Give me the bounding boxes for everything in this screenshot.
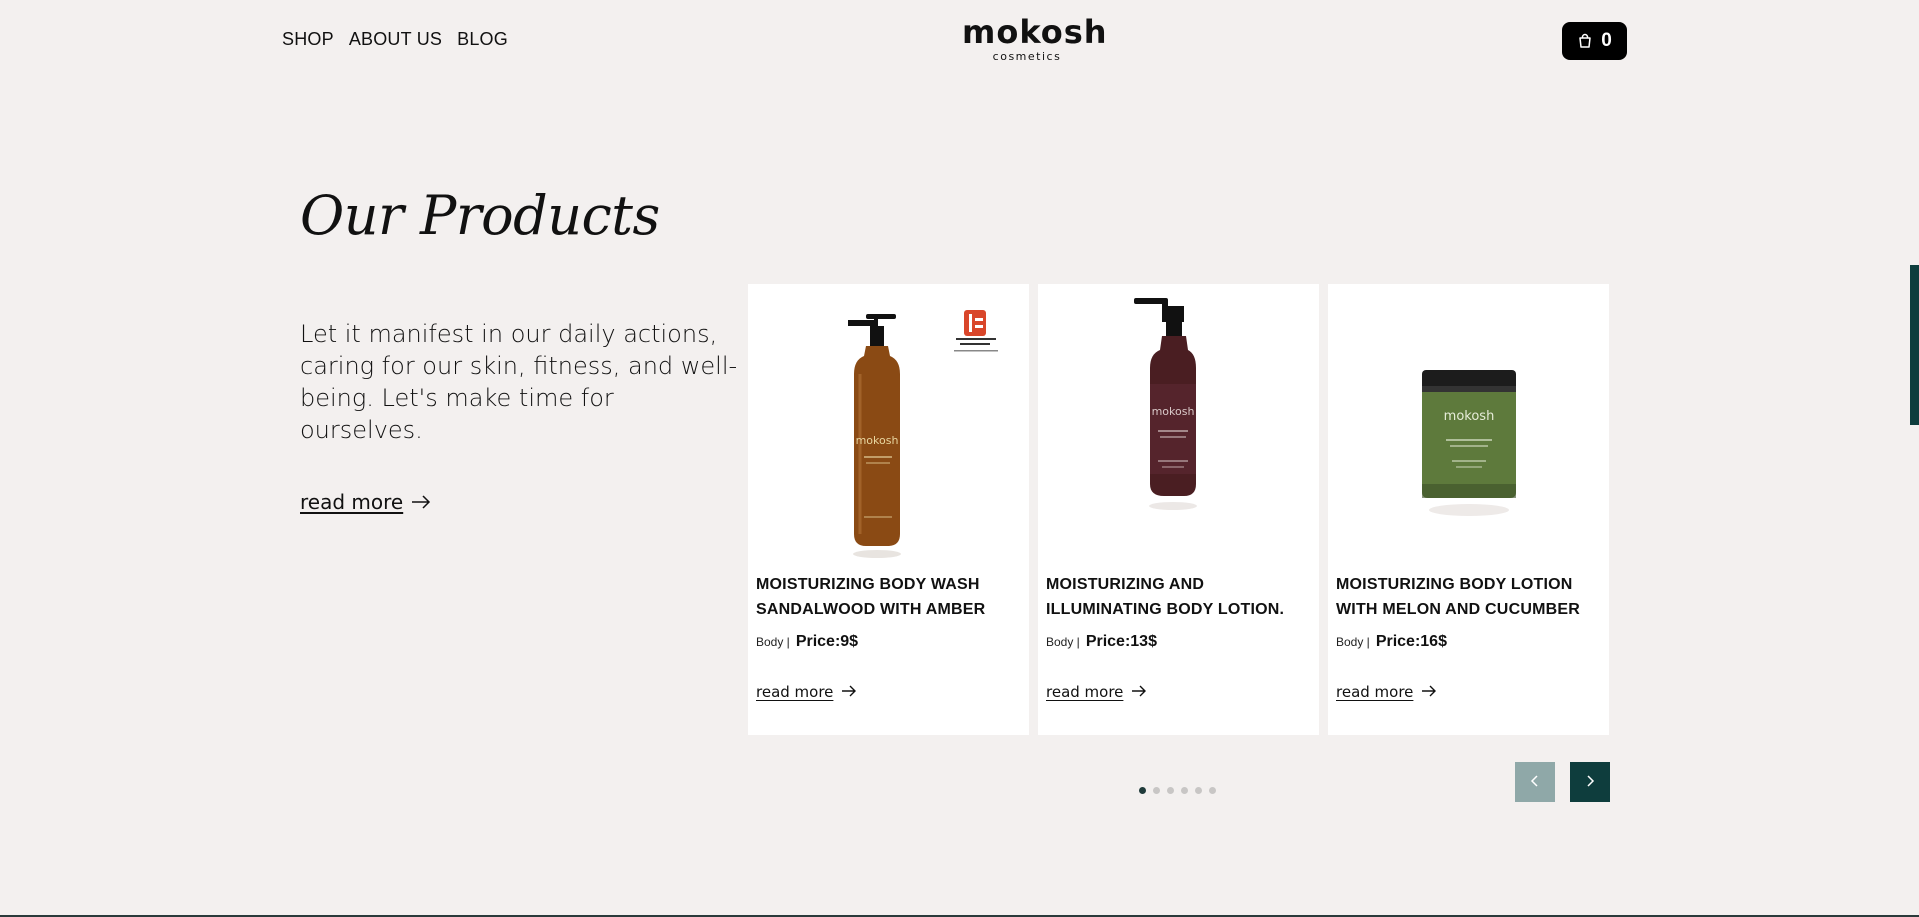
arrow-right-icon xyxy=(1421,683,1437,701)
product-title[interactable]: MOISTURIZING BODY LOTION WITH MELON AND … xyxy=(1336,572,1604,622)
product-price: Price:13$ xyxy=(1085,633,1157,650)
product-bottle-logo: mokosh xyxy=(1152,405,1195,418)
arrow-right-icon xyxy=(411,490,431,514)
cart-button[interactable]: 0 xyxy=(1562,22,1627,60)
site-header: SHOP ABOUT US BLOG mokosh cosmetics 0 xyxy=(0,0,1919,85)
product-price: Price:9$ xyxy=(795,633,859,650)
nav-blog[interactable]: BLOG xyxy=(457,29,508,50)
product-title[interactable]: MOISTURIZING AND ILLUMINATING BODY LOTIO… xyxy=(1046,572,1314,622)
product-image[interactable]: mokosh xyxy=(1328,284,1609,564)
product-category: Body | xyxy=(1046,635,1080,649)
product-read-more-link[interactable]: read more xyxy=(1336,683,1437,701)
carousel-pagination xyxy=(1139,787,1216,794)
read-more-label: read more xyxy=(1336,683,1414,701)
product-price: Price:16$ xyxy=(1375,633,1447,650)
nav-about-us[interactable]: ABOUT US xyxy=(349,29,442,50)
carousel-dot[interactable] xyxy=(1209,787,1216,794)
chevron-left-icon xyxy=(1529,773,1541,792)
product-card[interactable]: mokosh MOISTURIZING AND ILLUMINATING BOD… xyxy=(1038,284,1319,735)
read-more-label: read more xyxy=(756,683,834,701)
logo-wordmark: mokosh xyxy=(962,13,1108,51)
carousel-dot[interactable] xyxy=(1167,787,1174,794)
product-image[interactable]: mokosh xyxy=(748,284,1029,564)
product-meta: Body | Price:13$ xyxy=(1046,633,1157,651)
nav-shop[interactable]: SHOP xyxy=(282,29,334,50)
product-card[interactable]: mokosh MOISTURIZING BODY WASH SANDALWOOD… xyxy=(748,284,1029,735)
carousel-dot[interactable] xyxy=(1181,787,1188,794)
side-scroll-indicator[interactable] xyxy=(1910,265,1919,425)
arrow-right-icon xyxy=(841,683,857,701)
intro-text: Let it manifest in our daily actions, ca… xyxy=(300,320,738,444)
product-read-more-link[interactable]: read more xyxy=(756,683,857,701)
read-more-label: read more xyxy=(300,490,404,514)
logo-tagline: cosmetics xyxy=(992,50,1062,63)
product-category: Body | xyxy=(756,635,790,649)
main-nav: SHOP ABOUT US BLOG xyxy=(282,29,508,50)
site-logo[interactable]: mokosh cosmetics xyxy=(962,13,1108,63)
arrow-right-icon xyxy=(1131,683,1147,701)
product-image[interactable]: mokosh xyxy=(1038,284,1319,564)
carousel-dot[interactable] xyxy=(1139,787,1146,794)
product-bottle-logo: mokosh xyxy=(1444,409,1495,424)
read-more-label: read more xyxy=(1046,683,1124,701)
shopping-bag-icon xyxy=(1577,33,1593,49)
product-meta: Body | Price:9$ xyxy=(756,633,858,651)
cart-count: 0 xyxy=(1601,30,1612,51)
product-meta: Body | Price:16$ xyxy=(1336,633,1447,651)
carousel-prev-button[interactable] xyxy=(1515,762,1555,802)
intro-read-more-link[interactable]: read more xyxy=(300,490,431,514)
product-card[interactable]: mokosh MOISTURIZING BODY LOTION WITH MEL… xyxy=(1328,284,1609,735)
carousel-dot[interactable] xyxy=(1195,787,1202,794)
product-category: Body | xyxy=(1336,635,1370,649)
chevron-right-icon xyxy=(1584,773,1596,792)
product-read-more-link[interactable]: read more xyxy=(1046,683,1147,701)
carousel-next-button[interactable] xyxy=(1570,762,1610,802)
carousel-dot[interactable] xyxy=(1153,787,1160,794)
page-title: Our Products xyxy=(300,184,660,247)
product-carousel: mokosh MOISTURIZING BODY WASH SANDALWOOD… xyxy=(748,284,1609,735)
product-title[interactable]: MOISTURIZING BODY WASH SANDALWOOD WITH A… xyxy=(756,572,1024,622)
product-bottle-logo: mokosh xyxy=(856,434,899,447)
